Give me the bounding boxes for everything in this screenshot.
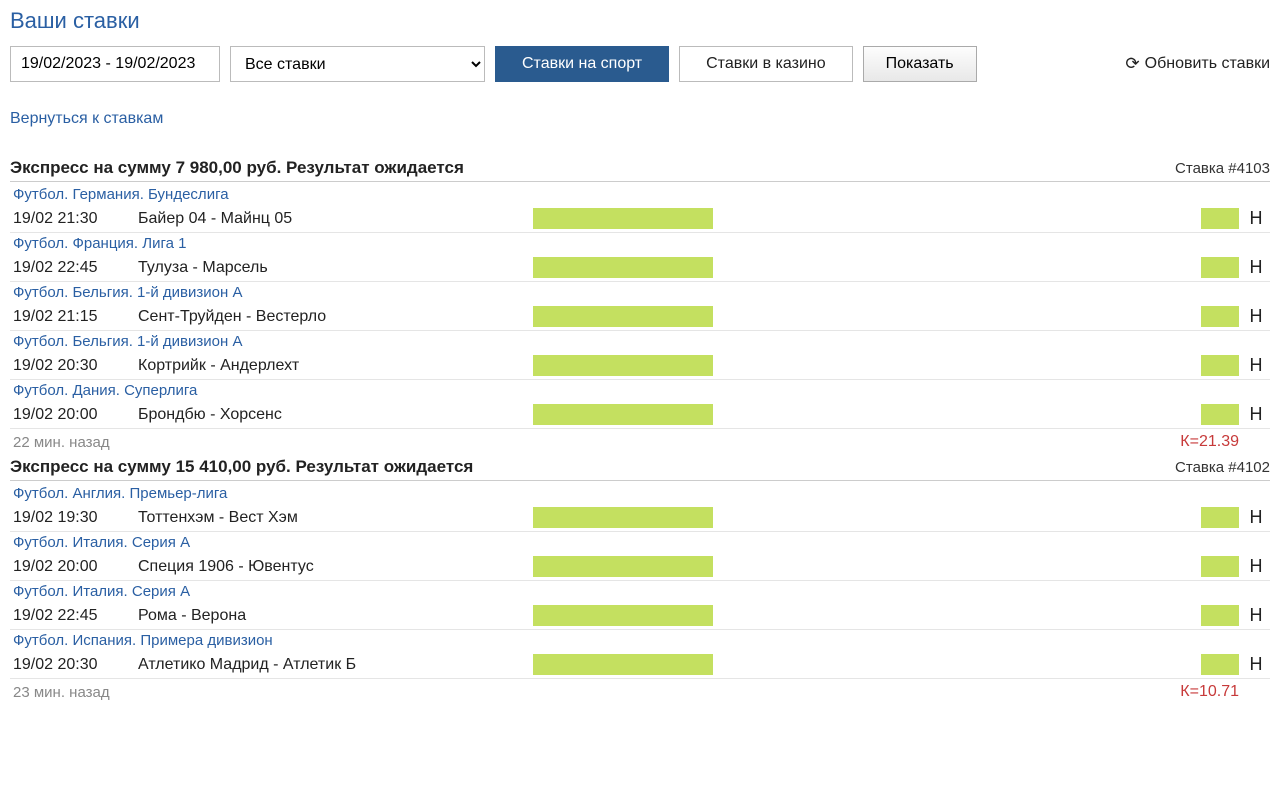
match-teams: Брондбю - Хорсенс [138, 406, 533, 424]
coefficient: К=10.71 [1180, 683, 1267, 701]
bet-header: Экспресс на сумму 15 410,00 руб. Результ… [10, 457, 1270, 481]
redacted-small [1201, 654, 1239, 675]
league-link[interactable]: Футбол. Франция. Лига 1 [10, 233, 1270, 254]
match-row: 19/02 22:45Тулуза - Марсель Н [10, 254, 1270, 282]
bet-footer: 22 мин. назад К=21.39 [10, 429, 1270, 453]
match-row: 19/02 22:45Рома - Верона Н [10, 602, 1270, 630]
match-teams: Сент-Труйден - Вестерло [138, 308, 533, 326]
match-teams: Рома - Верона [138, 607, 533, 625]
redacted-small [1201, 306, 1239, 327]
redacted-block [533, 556, 713, 577]
result-cell: Н [1239, 257, 1267, 278]
league-link[interactable]: Футбол. Бельгия. 1-й дивизион А [10, 282, 1270, 303]
match-teams: Тулуза - Марсель [138, 259, 533, 277]
match-time: 19/02 19:30 [13, 509, 138, 527]
tab-sport-bets[interactable]: Ставки на спорт [495, 46, 669, 82]
match-row: 19/02 19:30Тоттенхэм - Вест Хэм Н [10, 504, 1270, 532]
time-ago: 23 мин. назад [13, 684, 110, 701]
match-row: 19/02 20:30Кортрийк - Андерлехт Н [10, 352, 1270, 380]
time-ago: 22 мин. назад [13, 434, 110, 451]
match-time: 19/02 22:45 [13, 607, 138, 625]
filter-bar: Все ставки Ставки на спорт Ставки в кази… [10, 46, 1270, 82]
match-time: 19/02 20:00 [13, 558, 138, 576]
league-link[interactable]: Футбол. Италия. Серия А [10, 532, 1270, 553]
redacted-small [1201, 257, 1239, 278]
result-cell: Н [1239, 605, 1267, 626]
match-row: 19/02 20:30Атлетико Мадрид - Атлетик Б Н [10, 651, 1270, 679]
match-teams: Специя 1906 - Ювентус [138, 558, 533, 576]
refresh-icon: ⟳ [1125, 54, 1139, 74]
redacted-block [533, 654, 713, 675]
redacted-small [1201, 355, 1239, 376]
show-button[interactable]: Показать [863, 46, 977, 82]
league-link[interactable]: Футбол. Германия. Бундеслига [10, 184, 1270, 205]
match-time: 19/02 20:30 [13, 656, 138, 674]
coefficient: К=21.39 [1180, 433, 1267, 451]
match-time: 19/02 21:30 [13, 210, 138, 228]
date-range-input[interactable] [10, 46, 220, 82]
redacted-block [533, 355, 713, 376]
page-title: Ваши ставки [10, 8, 1270, 34]
result-cell: Н [1239, 208, 1267, 229]
redacted-block [533, 257, 713, 278]
redacted-block [533, 208, 713, 229]
league-link[interactable]: Футбол. Дания. Суперлига [10, 380, 1270, 401]
bet-footer: 23 мин. назад К=10.71 [10, 679, 1270, 703]
refresh-label: Обновить ставки [1145, 55, 1270, 73]
league-link[interactable]: Футбол. Италия. Серия А [10, 581, 1270, 602]
refresh-bets-link[interactable]: ⟳ Обновить ставки [1125, 54, 1270, 74]
match-time: 19/02 20:30 [13, 357, 138, 375]
match-teams: Байер 04 - Майнц 05 [138, 210, 533, 228]
match-time: 19/02 21:15 [13, 308, 138, 326]
result-cell: Н [1239, 507, 1267, 528]
match-teams: Кортрийк - Андерлехт [138, 357, 533, 375]
bet-block: Экспресс на сумму 7 980,00 руб. Результа… [10, 158, 1270, 453]
bet-block: Экспресс на сумму 15 410,00 руб. Результ… [10, 457, 1270, 703]
bet-filter-select[interactable]: Все ставки [230, 46, 485, 82]
result-cell: Н [1239, 306, 1267, 327]
redacted-small [1201, 208, 1239, 229]
redacted-small [1201, 404, 1239, 425]
result-cell: Н [1239, 556, 1267, 577]
result-cell: Н [1239, 404, 1267, 425]
match-time: 19/02 22:45 [13, 259, 138, 277]
redacted-block [533, 507, 713, 528]
back-to-bets-link[interactable]: Вернуться к ставкам [10, 110, 163, 128]
redacted-small [1201, 605, 1239, 626]
redacted-small [1201, 507, 1239, 528]
redacted-block [533, 404, 713, 425]
redacted-small [1201, 556, 1239, 577]
league-link[interactable]: Футбол. Испания. Примера дивизион [10, 630, 1270, 651]
match-row: 19/02 20:00Брондбю - Хорсенс Н [10, 401, 1270, 429]
redacted-block [533, 306, 713, 327]
bet-title: Экспресс на сумму 7 980,00 руб. Результа… [10, 158, 464, 178]
bet-id: Ставка #4102 [1175, 459, 1270, 476]
redacted-block [533, 605, 713, 626]
match-time: 19/02 20:00 [13, 406, 138, 424]
match-teams: Атлетико Мадрид - Атлетик Б [138, 656, 533, 674]
match-row: 19/02 20:00Специя 1906 - Ювентус Н [10, 553, 1270, 581]
match-row: 19/02 21:15Сент-Труйден - Вестерло Н [10, 303, 1270, 331]
result-cell: Н [1239, 355, 1267, 376]
tab-casino-bets[interactable]: Ставки в казино [679, 46, 853, 82]
league-link[interactable]: Футбол. Бельгия. 1-й дивизион А [10, 331, 1270, 352]
league-link[interactable]: Футбол. Англия. Премьер-лига [10, 483, 1270, 504]
bet-id: Ставка #4103 [1175, 160, 1270, 177]
bet-title: Экспресс на сумму 15 410,00 руб. Результ… [10, 457, 473, 477]
match-teams: Тоттенхэм - Вест Хэм [138, 509, 533, 527]
bet-header: Экспресс на сумму 7 980,00 руб. Результа… [10, 158, 1270, 182]
result-cell: Н [1239, 654, 1267, 675]
match-row: 19/02 21:30Байер 04 - Майнц 05 Н [10, 205, 1270, 233]
